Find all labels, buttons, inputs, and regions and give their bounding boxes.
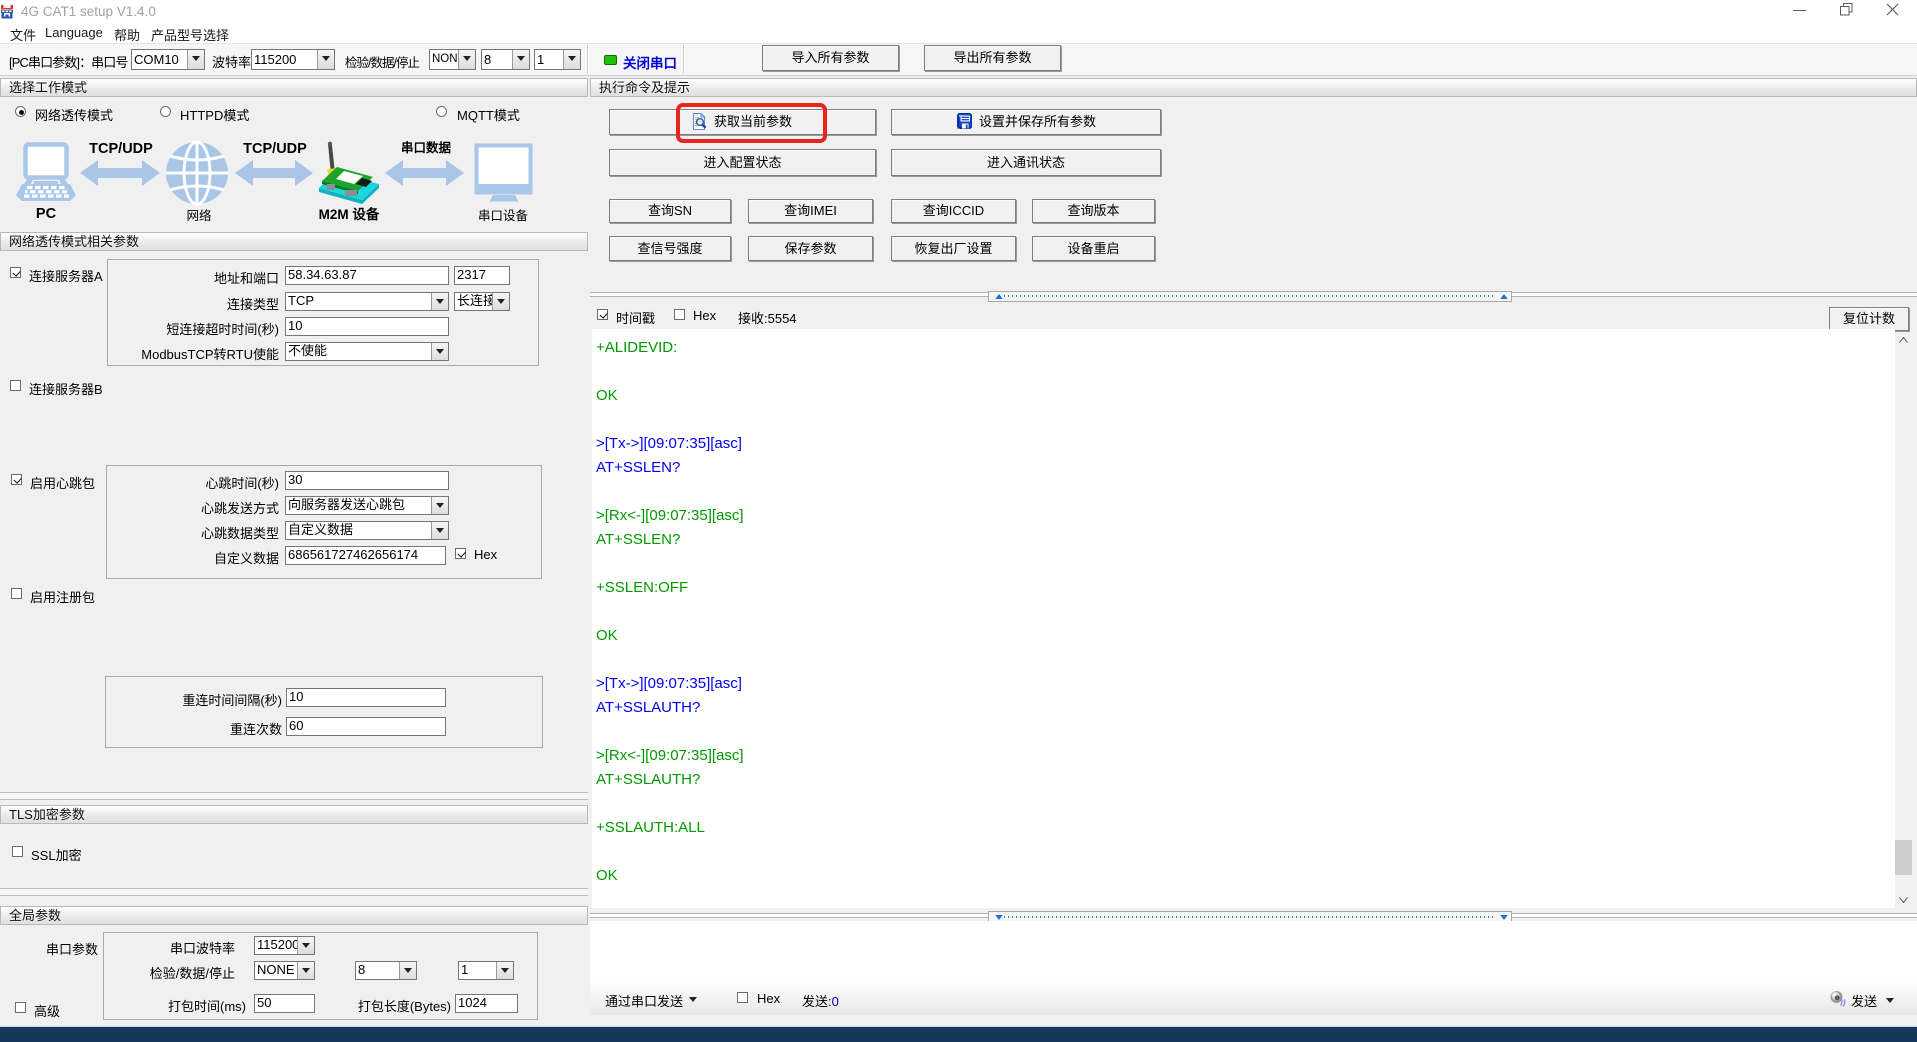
svg-text:网络: 网络 xyxy=(186,208,212,223)
svg-text:M2M 设备: M2M 设备 xyxy=(319,206,380,222)
svg-text:TCP/UDP: TCP/UDP xyxy=(243,141,307,157)
svg-text:TCP/UDP: TCP/UDP xyxy=(89,141,153,157)
svg-text:串口数据: 串口数据 xyxy=(401,140,452,155)
svg-text:串口设备: 串口设备 xyxy=(478,208,529,223)
svg-text:PC: PC xyxy=(36,206,57,222)
